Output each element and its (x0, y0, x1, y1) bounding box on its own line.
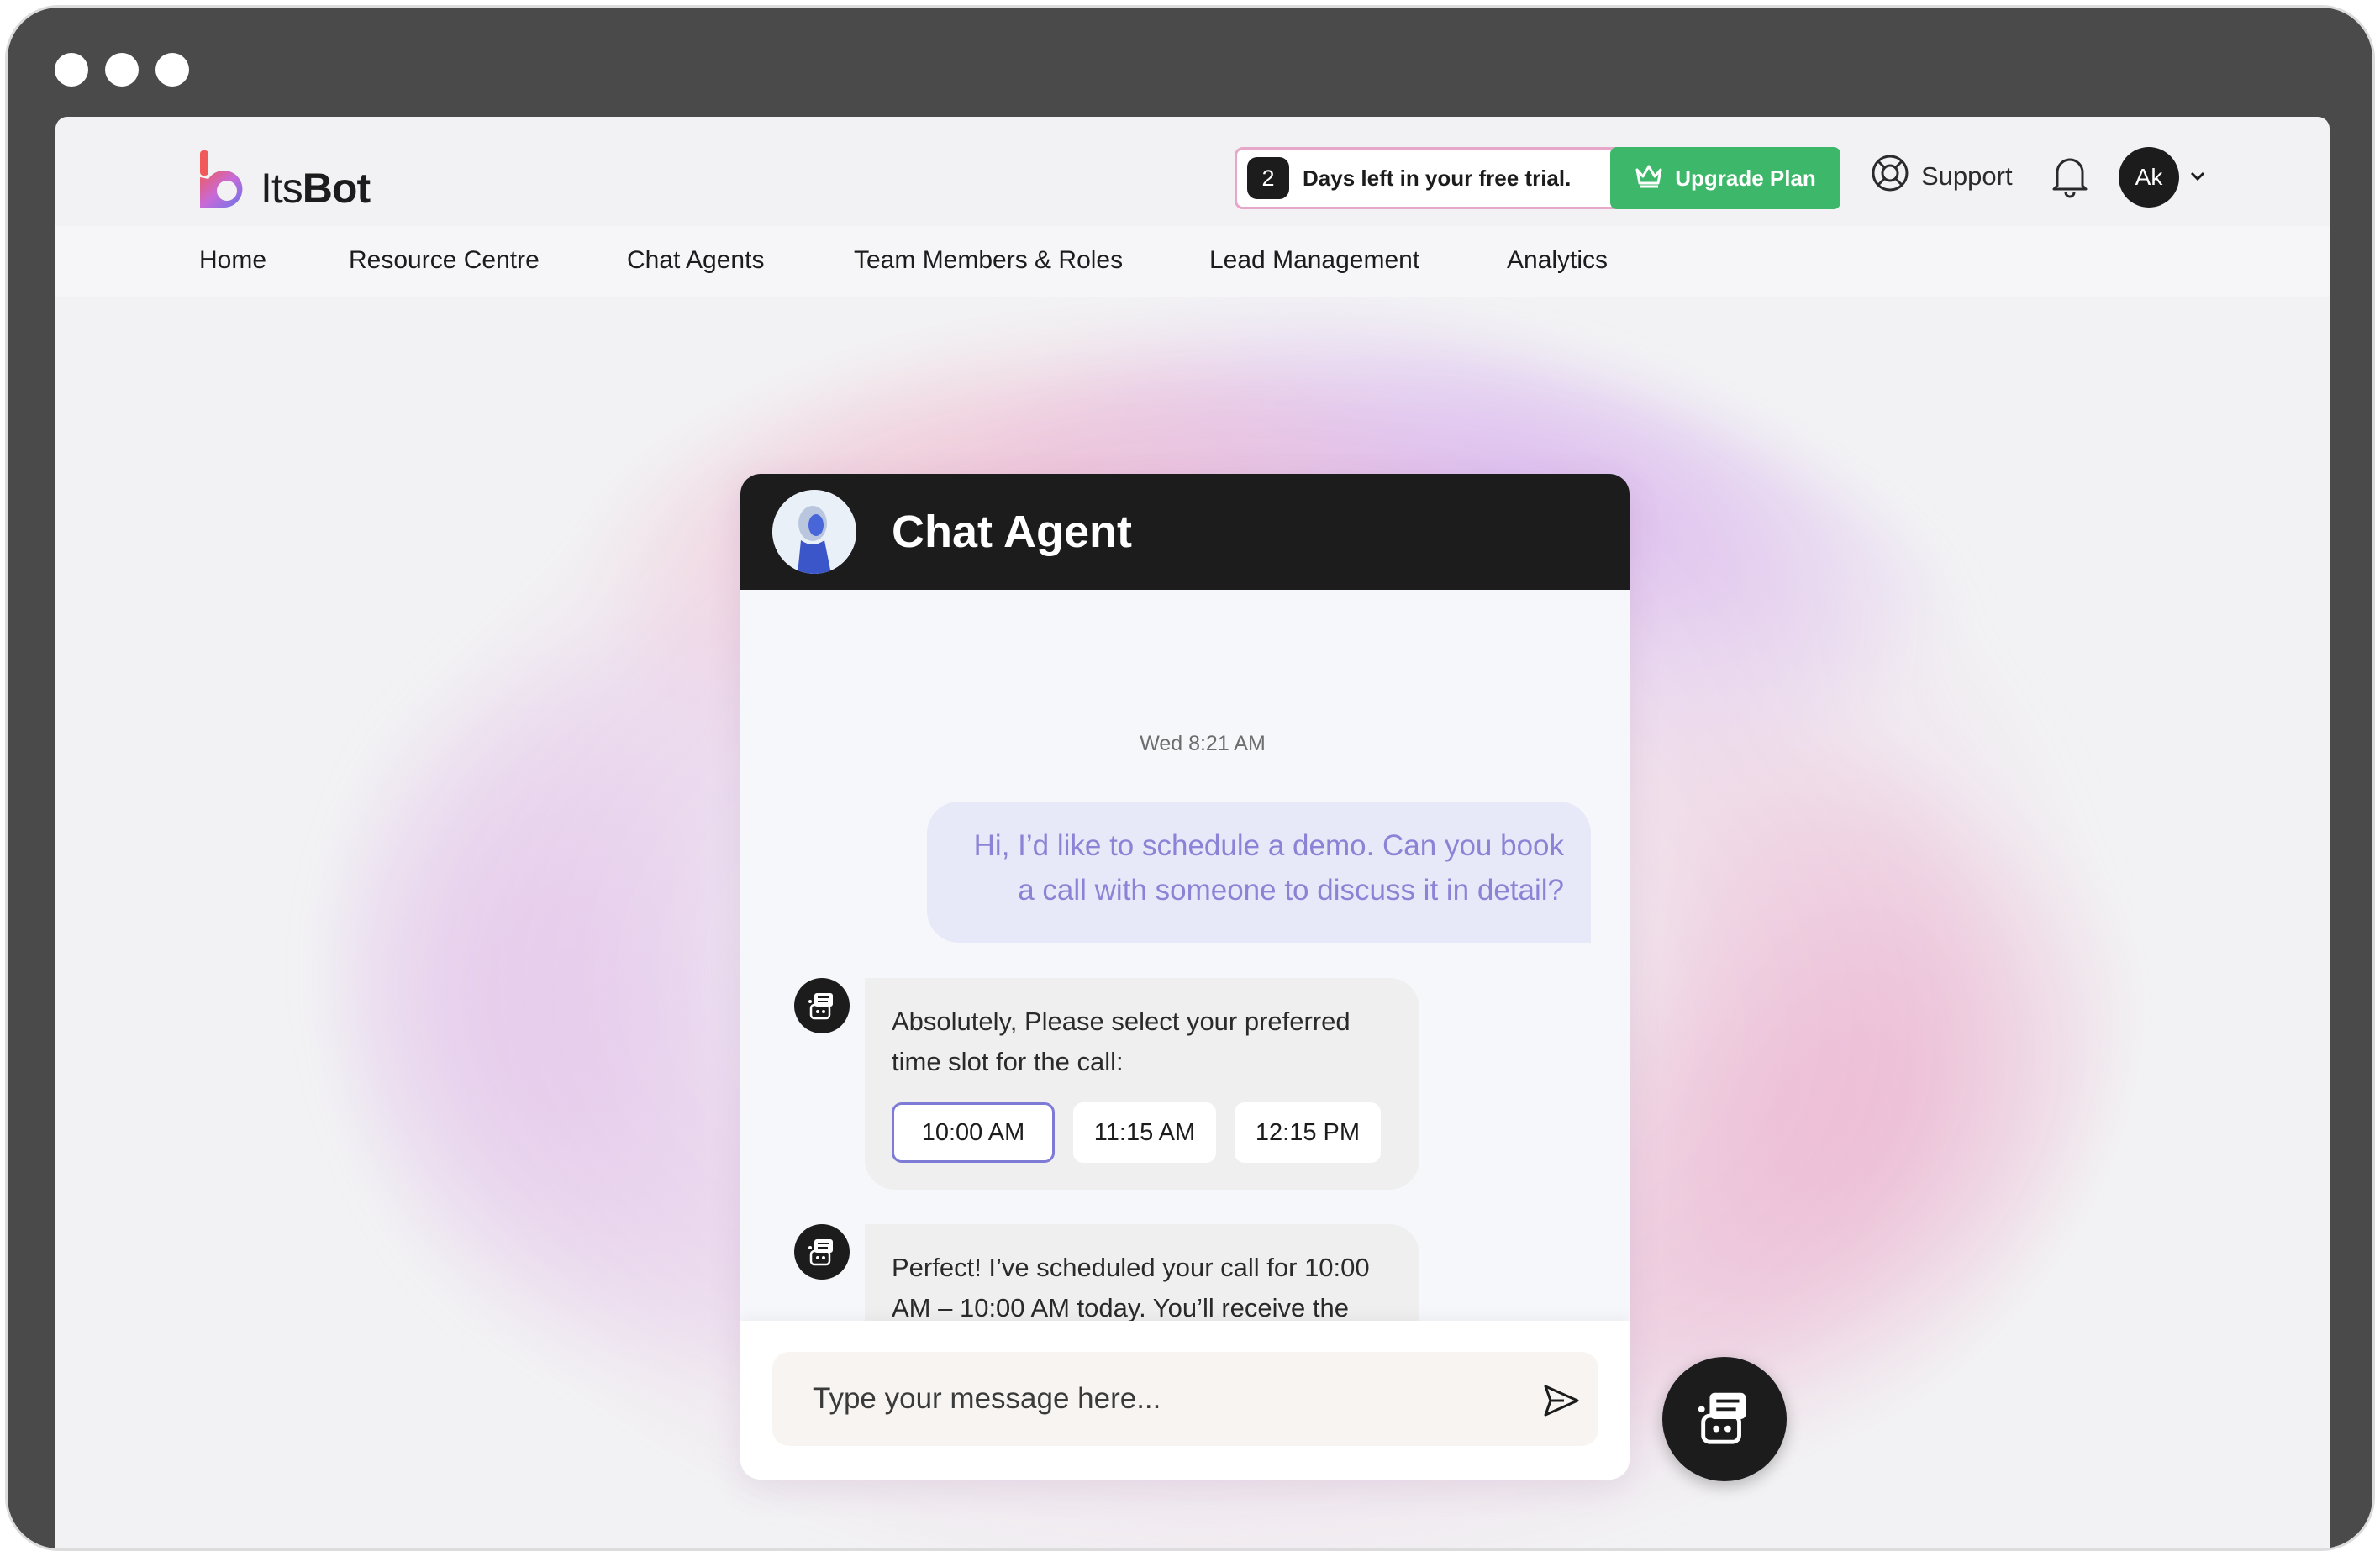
nav-item-resource-centre[interactable]: Resource Centre (349, 246, 540, 275)
message-composer (740, 1321, 1630, 1480)
app-screen: ItsBot 2 Days left in your free trial. U… (55, 117, 2330, 1548)
time-slot-1115[interactable]: 11:15 AM (1073, 1102, 1216, 1163)
time-slot-options: 10:00 AM 11:15 AM 12:15 PM (892, 1102, 1381, 1163)
bot-avatar-icon (794, 978, 850, 1033)
chat-widget: Chat Agent Wed 8:21 AM Hi, I’d like to s… (740, 474, 1630, 1480)
time-slot-1215[interactable]: 12:15 PM (1235, 1102, 1381, 1163)
nav-item-team-members[interactable]: Team Members & Roles (854, 246, 1123, 275)
time-slot-1000[interactable]: 10:00 AM (892, 1102, 1055, 1163)
trial-days-count: 2 (1247, 157, 1289, 199)
message-input[interactable] (772, 1352, 1598, 1446)
brand-prefix: Its (261, 165, 303, 212)
brand-wordmark: ItsBot (261, 165, 371, 212)
trial-banner: 2 Days left in your free trial. (1235, 147, 1631, 209)
top-bar: ItsBot 2 Days left in your free trial. U… (55, 117, 2330, 226)
bot-message-text: Absolutely, Please select your preferred… (892, 1007, 1351, 1076)
logo-mark-icon (198, 149, 254, 209)
upgrade-plan-label: Upgrade Plan (1675, 165, 1816, 191)
agent-avatar (772, 490, 856, 574)
bell-icon[interactable] (2049, 152, 2091, 199)
window-dot-minimize[interactable] (105, 53, 139, 87)
support-link[interactable]: Support (1871, 154, 2013, 199)
nav-item-chat-agents[interactable]: Chat Agents (627, 246, 764, 275)
window-controls (55, 53, 189, 87)
user-avatar[interactable]: Ak (2119, 147, 2179, 208)
device-frame: ItsBot 2 Days left in your free trial. U… (5, 5, 2375, 1551)
chat-timestamp: Wed 8:21 AM (1140, 732, 1266, 755)
chatbot-icon (1693, 1386, 1756, 1453)
brand-bold: Bot (302, 165, 371, 212)
chatbot-launcher-button[interactable] (1662, 1357, 1787, 1481)
bot-avatar-icon (794, 1224, 850, 1280)
main-nav: Home Resource Centre Chat Agents Team Me… (55, 226, 2330, 297)
chat-title: Chat Agent (892, 507, 1132, 557)
trial-days-text: Days left in your free trial. (1303, 165, 1572, 191)
support-label: Support (1921, 161, 2013, 191)
window-dot-close[interactable] (55, 53, 88, 87)
nav-item-home[interactable]: Home (199, 246, 266, 275)
bot-message-slots: Absolutely, Please select your preferred… (865, 978, 1419, 1190)
lifebuoy-icon (1871, 154, 1909, 199)
nav-item-lead-management[interactable]: Lead Management (1209, 246, 1419, 275)
brand-logo[interactable]: ItsBot (198, 149, 371, 212)
crown-icon (1635, 163, 1663, 194)
send-icon[interactable] (1542, 1381, 1581, 1420)
window-dot-maximize[interactable] (155, 53, 189, 87)
user-message: Hi, I’d like to schedule a demo. Can you… (927, 802, 1591, 943)
chat-header: Chat Agent (740, 474, 1630, 590)
upgrade-plan-button[interactable]: Upgrade Plan (1610, 147, 1840, 209)
chevron-down-icon[interactable] (2188, 167, 2207, 186)
nav-item-analytics[interactable]: Analytics (1507, 246, 1608, 275)
